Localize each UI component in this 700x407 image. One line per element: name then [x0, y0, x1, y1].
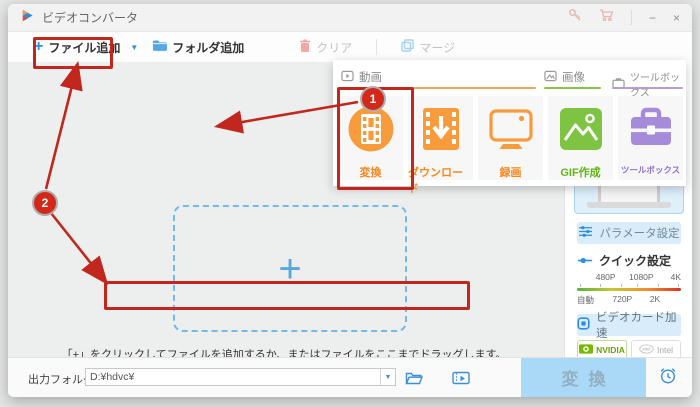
add-file-dropdown-icon[interactable]: ▼	[130, 43, 138, 52]
intel-label: Intel	[657, 345, 673, 355]
output-path-field[interactable]: ▼	[85, 368, 396, 386]
tile-download[interactable]: ダウンロード	[408, 96, 473, 180]
tab-toolbox[interactable]: ツールボックス	[612, 69, 686, 99]
toolbox-tab-icon	[612, 77, 625, 92]
close-button[interactable]: ×	[673, 12, 680, 24]
tile-convert-label: 変換	[360, 164, 382, 180]
toolbar: + ファイル追加 ▼ フォルダ追加 クリア	[8, 32, 692, 63]
slider-label-720p[interactable]: 720P	[612, 294, 632, 304]
tab-toolbox-underline	[612, 87, 683, 89]
toolbox-icon	[626, 104, 676, 159]
store-cart-icon[interactable]	[599, 8, 614, 27]
path-dropdown-icon[interactable]: ▼	[380, 369, 395, 385]
plus-icon: +	[34, 39, 43, 55]
title-bar: ビデオコンバータ − ×	[8, 4, 692, 32]
slider-label-4k[interactable]: 4K	[671, 272, 681, 282]
trash-icon	[299, 39, 311, 56]
quick-settings-header: クイック設定	[577, 252, 671, 269]
clear-label: クリア	[316, 39, 352, 56]
sliders-icon	[578, 225, 593, 241]
tile-gif-label: GIF作成	[560, 164, 600, 180]
window-title: ビデオコンバータ	[42, 9, 138, 26]
slider-label-1080p[interactable]: 1080P	[629, 272, 654, 282]
tab-image-underline	[544, 87, 601, 89]
download-icon	[416, 104, 466, 159]
toolbar-separator	[376, 39, 377, 55]
gpu-acceleration-button[interactable]: ビデオカード加速	[577, 314, 681, 336]
minimize-button[interactable]: −	[649, 12, 656, 24]
tile-download-label: ダウンロード	[408, 164, 473, 196]
add-file-label: ファイル追加	[48, 39, 120, 56]
convert-button[interactable]: 変換	[521, 358, 646, 397]
tab-video-underline	[339, 87, 536, 89]
titlebar-separator	[631, 10, 632, 25]
output-path-input[interactable]	[86, 369, 380, 385]
open-output-folder-button[interactable]	[451, 369, 471, 386]
gif-icon	[556, 104, 606, 159]
tab-toolbox-label: ツールボックス	[630, 69, 686, 99]
file-drop-zone[interactable]: +	[173, 205, 407, 332]
register-key-icon[interactable]	[568, 8, 582, 27]
tab-video[interactable]: 動画	[341, 69, 382, 85]
gpu-acceleration-label: ビデオカード加速	[596, 309, 681, 341]
tile-record[interactable]: 録画	[478, 96, 543, 180]
image-tab-icon	[544, 70, 557, 85]
app-window: ビデオコンバータ − × + ファイル追加	[8, 4, 692, 397]
browse-folder-button[interactable]	[404, 369, 424, 386]
tab-video-label: 動画	[359, 69, 382, 85]
svg-text:intel: intel	[643, 346, 651, 351]
tile-toolbox[interactable]: ツールボックス	[618, 96, 683, 180]
nvidia-logo-icon	[579, 344, 593, 356]
quality-slider[interactable]: 480P 1080P 4K 自動 720P 2K	[577, 272, 681, 312]
tab-image-label: 画像	[562, 69, 585, 85]
add-folder-button[interactable]: フォルダ追加	[152, 39, 244, 56]
parameter-settings-button[interactable]: パラメータ設定	[577, 222, 681, 244]
slider-label-auto[interactable]: 自動	[577, 294, 594, 306]
schedule-clock-icon[interactable]	[658, 367, 678, 384]
tile-record-label: 録画	[500, 164, 522, 180]
tile-toolbox-label: ツールボックス	[621, 164, 680, 176]
slider-track[interactable]	[577, 288, 681, 291]
parameter-settings-label: パラメータ設定	[599, 225, 679, 241]
record-icon	[486, 104, 536, 159]
slider-pointer-icon	[577, 254, 593, 268]
gpu-chip-icon	[577, 317, 590, 333]
merge-label: マージ	[419, 39, 455, 56]
folder-icon	[152, 39, 167, 55]
slider-label-2k[interactable]: 2K	[650, 294, 660, 304]
clear-button[interactable]: クリア	[299, 39, 352, 56]
app-logo-icon	[20, 8, 35, 28]
mode-popup-panel: 動画 画像 ツールボックス	[333, 60, 686, 186]
convert-icon	[346, 104, 396, 159]
merge-icon	[401, 39, 414, 55]
tab-image[interactable]: 画像	[544, 69, 585, 85]
add-file-button[interactable]: + ファイル追加	[34, 39, 120, 56]
quick-settings-label: クイック設定	[599, 252, 671, 269]
merge-button[interactable]: マージ	[401, 39, 455, 56]
intel-logo-icon: intel	[639, 344, 654, 356]
drop-plus-icon: +	[175, 207, 405, 330]
add-folder-label: フォルダ追加	[172, 39, 244, 56]
tile-gif[interactable]: GIF作成	[548, 96, 613, 180]
video-tab-icon	[341, 70, 354, 85]
bottom-bar: 出力フォルダ： ▼ 変換	[8, 357, 692, 397]
slider-label-480p[interactable]: 480P	[596, 272, 616, 282]
tile-convert[interactable]: 変換	[338, 96, 403, 180]
nvidia-label: NVIDIA	[596, 345, 625, 355]
